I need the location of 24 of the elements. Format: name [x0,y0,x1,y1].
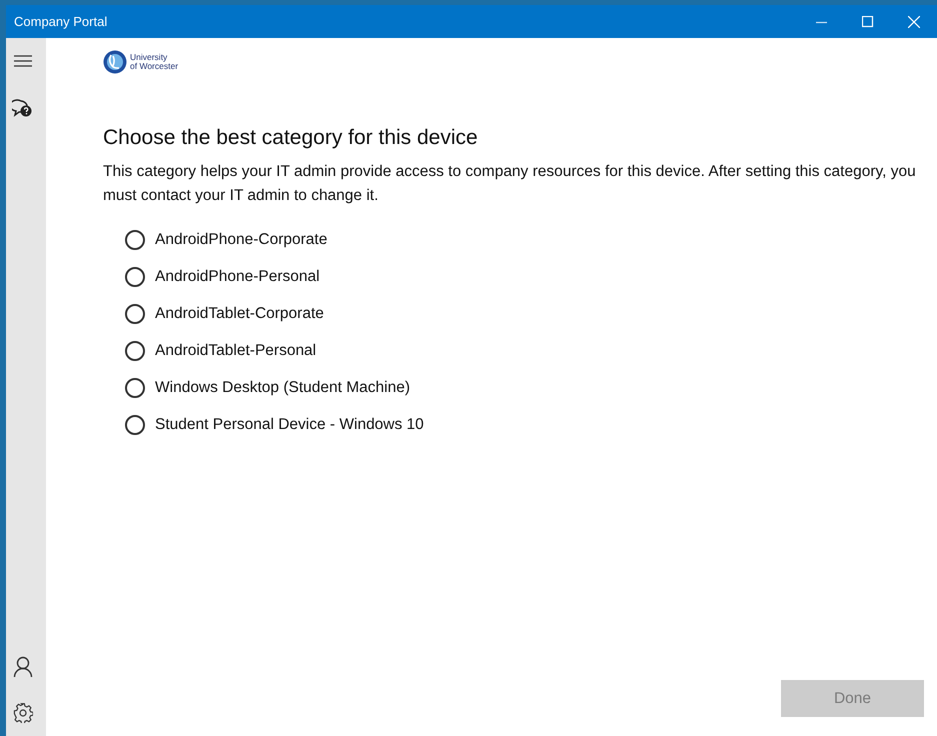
settings-icon [13,703,33,723]
radio-option[interactable]: AndroidTablet-Personal [125,341,316,361]
logo-text: University [130,53,168,62]
radio-button[interactable] [125,267,145,287]
radio-option[interactable]: Windows Desktop (Student Machine) [125,378,410,398]
description-text: This category helps your IT admin provide access to company resources for this device. After setting this category, you must contact your IT admin to change it. [103,162,917,206]
logo-text: of Worcester [130,62,178,71]
radio-option[interactable]: AndroidTablet-Corporate [125,304,324,324]
radio-button[interactable] [125,304,145,324]
menu-icon [13,54,33,68]
radio-button[interactable] [125,415,145,435]
person-icon [13,656,33,678]
radio-option[interactable]: Student Personal Device - Windows 10 [125,415,424,435]
maximize-icon [862,16,874,28]
logo-icon [103,50,127,74]
help-chat-icon [12,99,34,119]
radio-option[interactable]: AndroidPhone-Personal [125,267,320,287]
radio-button[interactable] [125,230,145,250]
radio-button[interactable] [125,341,145,361]
radio-option[interactable]: AndroidPhone-Corporate [125,230,328,250]
page-heading: Choose the best category for this device [103,126,479,150]
radio-button[interactable] [125,378,145,398]
close-icon [908,16,920,28]
window-title: Company Portal [13,14,108,29]
